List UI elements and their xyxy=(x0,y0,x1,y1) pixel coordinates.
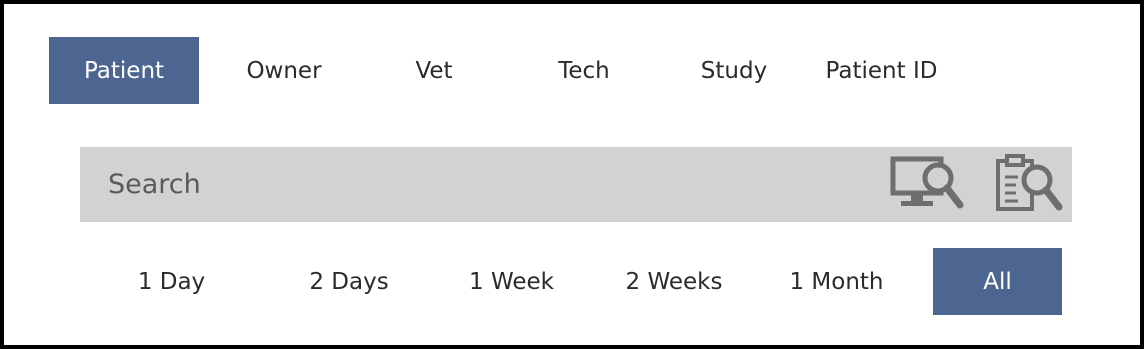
range-all[interactable]: All xyxy=(933,248,1062,315)
range-1-month[interactable]: 1 Month xyxy=(759,248,914,315)
computer-search-icon xyxy=(890,156,964,209)
tab-study[interactable]: Study xyxy=(664,37,804,104)
computer-search-button[interactable] xyxy=(886,153,970,217)
tab-owner[interactable]: Owner xyxy=(209,37,359,104)
tab-vet[interactable]: Vet xyxy=(364,37,504,104)
tab-patient-id[interactable]: Patient ID xyxy=(809,37,954,104)
window-frame: Patient Owner Vet Tech Study Patient ID xyxy=(0,0,1144,349)
range-1-day[interactable]: 1 Day xyxy=(99,248,244,315)
tab-patient[interactable]: Patient xyxy=(49,37,199,104)
tab-tech[interactable]: Tech xyxy=(514,37,654,104)
clipboard-search-button[interactable] xyxy=(986,153,1070,217)
search-bar xyxy=(80,147,1072,222)
range-2-weeks[interactable]: 2 Weeks xyxy=(599,248,749,315)
search-input[interactable] xyxy=(96,147,880,222)
range-1-week[interactable]: 1 Week xyxy=(439,248,584,315)
clipboard-search-icon xyxy=(996,154,1063,211)
range-2-days[interactable]: 2 Days xyxy=(274,248,424,315)
